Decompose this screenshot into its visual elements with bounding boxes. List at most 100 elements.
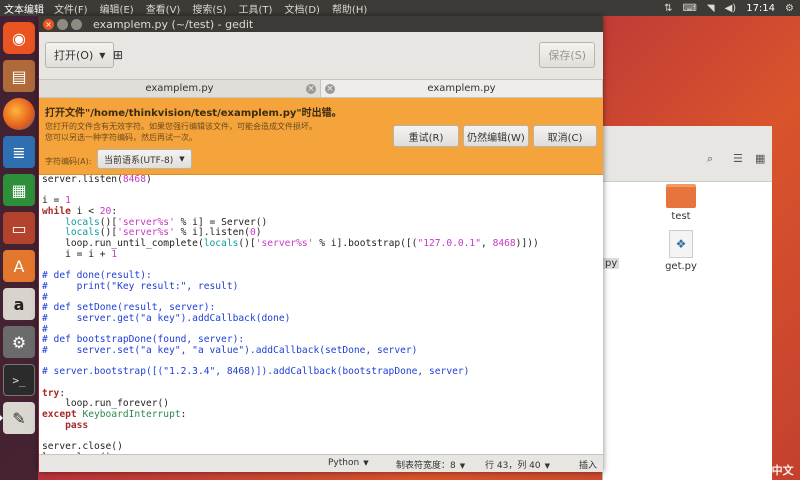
error-title: 打开文件"/home/thinkvision/test/examplem.py"… xyxy=(45,108,342,119)
maximize-icon[interactable] xyxy=(71,18,82,30)
code-token: 'server%s' xyxy=(117,227,175,239)
menu-edit[interactable]: 编辑(E) xyxy=(94,1,140,16)
title-bar: × examplem.py (~/test) - gedit xyxy=(39,16,603,32)
code-token: : xyxy=(59,387,66,399)
language-selector[interactable]: Python ▼ xyxy=(328,458,369,468)
file-item[interactable]: test xyxy=(651,184,711,222)
code-line: server.listen(8468) xyxy=(42,175,603,186)
menu-help[interactable]: 帮助(H) xyxy=(326,1,373,16)
code-token: # xyxy=(42,323,48,335)
tab-examplem-1[interactable]: examplem.py × xyxy=(39,80,321,97)
encoding-select[interactable]: 当前语系(UTF-8) ▼ xyxy=(97,149,192,169)
code-token: loop.run_until_complete( xyxy=(42,238,204,250)
code-token: : xyxy=(111,206,118,218)
menu-file[interactable]: 文件(F) xyxy=(48,1,94,16)
code-token: # server.set("a key", "a value").addCall… xyxy=(42,345,418,356)
code-token: i = xyxy=(42,195,66,207)
code-token: 'server%s' xyxy=(255,238,314,250)
menu-search[interactable]: 搜索(S) xyxy=(186,1,232,16)
code-line: server.close() xyxy=(42,441,603,453)
code-line: except KeyboardInterrupt: xyxy=(42,409,603,421)
sort-icon[interactable]: ⇅ xyxy=(664,3,672,14)
cursor-position-label: 行 43，列 40 xyxy=(485,461,541,471)
keyboard-icon[interactable]: ⌨ xyxy=(682,3,696,14)
open-label: 打开(O) xyxy=(54,49,94,62)
list-view-icon[interactable]: ☰ xyxy=(733,152,743,165)
ubuntu-dash-icon[interactable]: ◉ xyxy=(3,22,35,54)
code-line: # server.set("a key", "a value").addCall… xyxy=(42,345,603,357)
terminal-icon[interactable]: >_ xyxy=(3,364,35,396)
file-item[interactable]: ❖ get.py xyxy=(651,230,711,272)
code-line: i = 1 xyxy=(42,196,603,207)
close-icon[interactable]: × xyxy=(43,18,54,30)
code-line: pass xyxy=(42,420,603,432)
file-name: test xyxy=(671,211,691,222)
insert-mode: 插入 xyxy=(579,461,598,471)
minimize-icon[interactable] xyxy=(57,18,68,30)
wifi-icon[interactable]: ◥ xyxy=(707,3,715,14)
files-icon[interactable]: ▤ xyxy=(3,60,35,92)
save-label: 保存(S) xyxy=(548,49,586,62)
edit-anyway-button[interactable]: 仍然编辑(W) xyxy=(463,125,529,147)
code-token: KeyboardInterrupt xyxy=(82,409,181,421)
chevron-down-icon: ▼ xyxy=(363,459,369,467)
code-token: : xyxy=(180,409,187,421)
grid-view-icon[interactable]: ▦ xyxy=(755,152,765,165)
impress-icon[interactable]: ▭ xyxy=(3,212,35,244)
code-token: locals xyxy=(203,238,239,250)
gedit-icon[interactable]: ✎ xyxy=(0,402,35,434)
settings-icon[interactable]: ⚙ xyxy=(3,326,35,358)
writer-icon[interactable]: ≣ xyxy=(3,136,35,168)
code-token: ()[ xyxy=(99,216,118,228)
top-panel: 文本编辑 文件(F) 编辑(E) 查看(V) 搜索(S) 工具(T) 文档(D)… xyxy=(0,0,800,16)
new-tab-icon: ⊞ xyxy=(112,48,124,62)
code-editor[interactable]: server.listen(8468) i = 1 while i < 20: l… xyxy=(39,175,603,454)
menu-documents[interactable]: 文档(D) xyxy=(278,1,326,16)
code-token: 20 xyxy=(99,206,112,218)
code-token: # server.get("a key").addCallback(done) xyxy=(42,312,291,324)
code-token: ) xyxy=(145,175,152,185)
tab-width-selector[interactable]: 制表符宽度：8 ▼ xyxy=(396,458,465,471)
header-bar: 打开(O) ▼ ⊞ 保存(S) xyxy=(39,32,603,80)
save-button[interactable]: 保存(S) xyxy=(539,42,595,68)
file-name: get.py xyxy=(665,261,697,272)
file-manager-header: ⌕ ☰ ▦ xyxy=(603,126,772,182)
code-line: # server.bootstrap([("1.2.3.4", 8468)]).… xyxy=(42,367,603,378)
software-store-icon[interactable]: A xyxy=(3,250,35,282)
tab-close-icon[interactable]: × xyxy=(306,83,316,94)
tab-bar: examplem.py × × examplem.py xyxy=(39,80,603,98)
retry-button[interactable]: 重试(R) xyxy=(393,125,459,147)
code-token: ()[ xyxy=(238,238,256,250)
cancel-button[interactable]: 取消(C) xyxy=(533,125,597,147)
tab-label: examplem.py xyxy=(427,83,496,94)
clock[interactable]: 17:14 xyxy=(746,3,775,14)
cursor-position[interactable]: 行 43，列 40 ▼ xyxy=(485,458,550,471)
calc-icon[interactable]: ▦ xyxy=(3,174,35,206)
code-token: ()[ xyxy=(99,227,118,239)
code-token: while xyxy=(42,206,71,218)
menu-tools[interactable]: 工具(T) xyxy=(233,1,279,16)
code-token: locals xyxy=(65,227,100,239)
tab-examplem-2[interactable]: × examplem.py xyxy=(321,80,603,97)
code-token: # def setDone(result, server): xyxy=(42,302,216,314)
new-document-button[interactable]: ⊞ xyxy=(107,42,129,68)
tab-label: examplem.py xyxy=(145,83,214,94)
open-button[interactable]: 打开(O) ▼ xyxy=(45,42,115,68)
volume-icon[interactable]: ◀) xyxy=(725,3,737,14)
search-icon[interactable]: ⌕ xyxy=(707,152,713,166)
amazon-icon[interactable]: a xyxy=(3,288,35,320)
firefox-icon[interactable] xyxy=(3,98,35,130)
code-token: i < xyxy=(70,206,100,218)
power-icon[interactable]: ⚙ xyxy=(785,3,794,14)
menu-view[interactable]: 查看(V) xyxy=(140,1,187,16)
code-token: locals xyxy=(65,216,100,228)
code-token: )])) xyxy=(515,238,539,250)
code-token: % i] = Server() xyxy=(174,216,268,228)
file-manager-window: ⌕ ☰ ▦ py test ❖ get.py xyxy=(602,126,772,480)
running-indicator xyxy=(0,415,3,421)
tab-close-icon[interactable]: × xyxy=(325,83,335,94)
encoding-error-infobar: 打开文件"/home/thinkvision/test/examplem.py"… xyxy=(39,98,603,175)
